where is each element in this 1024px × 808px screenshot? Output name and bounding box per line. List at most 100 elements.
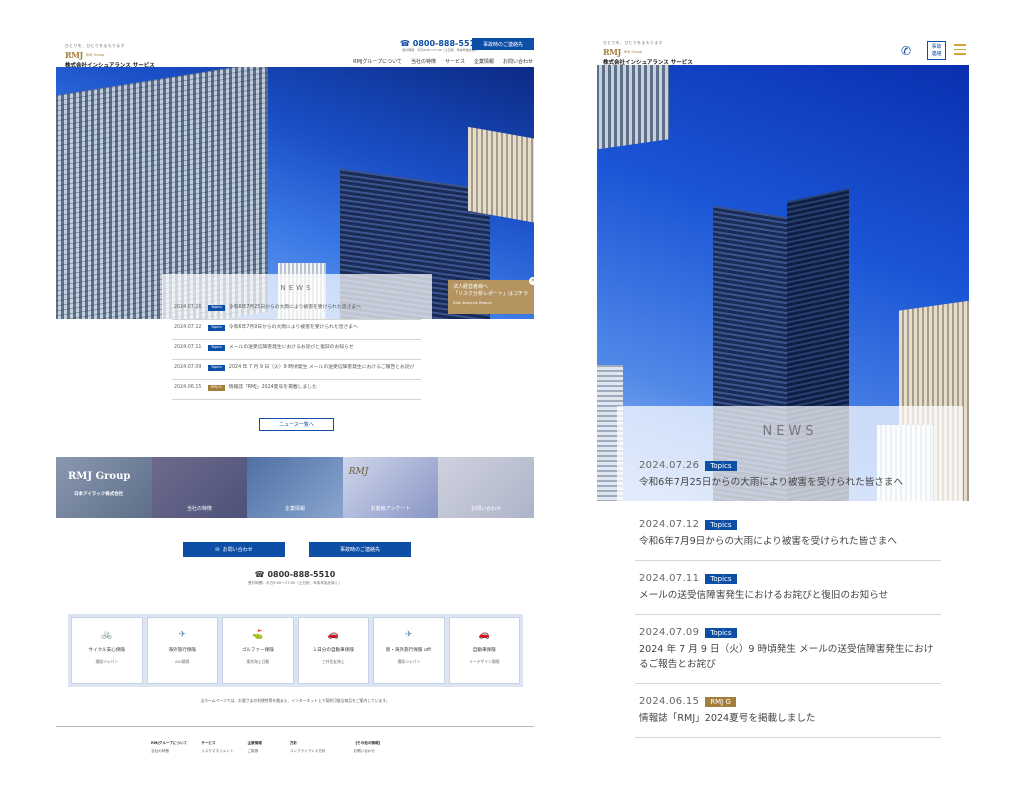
banner-line1: 法人経営者様へ bbox=[453, 284, 489, 290]
news-item[interactable]: 2024.06.15 RMJ G 情報誌「RMJ」2024夏号を掲載しました bbox=[635, 692, 941, 738]
phone-hours: 受付時間：平日9:00〜17:00（土日祝、年末年始を除く） bbox=[248, 581, 342, 585]
news-item[interactable]: 2024.07.12 Topics 令和6年7月9日からの大雨により被害を受けられた… bbox=[172, 320, 421, 340]
phone-icon: ☎ bbox=[254, 570, 265, 579]
news-item[interactable]: 2024.07.09 Topics 2024 年 7 月 9 日（火）9 時頃発生 … bbox=[635, 623, 941, 684]
desktop-page: ひとりを、ひとりをまもります RMJ RMJ Group 株式会社インシュアラン… bbox=[56, 36, 534, 762]
footer-link[interactable]: お問い合わせ bbox=[353, 747, 382, 755]
phone-hours: 受付時間：平日9:00〜17:00（土日祝、年末年始を除く） bbox=[402, 48, 481, 52]
news-list: 2024.07.26 Topics 令和6年7月25日からの大雨により被害を受けられ… bbox=[635, 456, 941, 746]
phone-number: 0800-888-5510 bbox=[267, 570, 336, 579]
header-phone[interactable]: ☎ 0800-888-5510 受付時間：平日9:00〜17:00（土日祝、年末… bbox=[400, 39, 481, 52]
insurance-card[interactable]: 🚗 自動車保険 イーデザイン損保 bbox=[448, 617, 520, 684]
insurance-card[interactable]: ✈ 新・海外旅行保険 off! 損保ジャパン bbox=[373, 617, 445, 684]
footer-link[interactable]: リスクマネジメント bbox=[201, 747, 233, 755]
news-date: 2024.07.11 bbox=[639, 573, 700, 584]
insurance-card[interactable]: 🚗 １日分の自動車保険 三井住友海上 bbox=[297, 617, 369, 684]
nav-features[interactable]: 当社の特徴 bbox=[411, 58, 436, 65]
phone-icon[interactable]: ✆ bbox=[901, 44, 911, 58]
news-more-button[interactable]: ニュース一覧へ bbox=[259, 418, 334, 431]
footer-link[interactable]: RMJグループについて bbox=[151, 739, 187, 747]
news-date: 2024.07.11 bbox=[174, 345, 202, 350]
news-item[interactable]: 2024.07.11 Topics メールの送受信障害発生におけるお詫びと復旧のお知… bbox=[172, 340, 421, 360]
news-item[interactable]: 2024.07.12 Topics 令和6年7月9日からの大雨により被害を受けられた… bbox=[635, 515, 941, 561]
news-list: 2024.07.26 Topics 令和6年7月25日からの大雨により被害を受けられ… bbox=[172, 300, 421, 400]
news-badge: RMJ G bbox=[208, 385, 225, 391]
accident-contact-button[interactable]: 事故時のご連絡先 bbox=[472, 38, 534, 50]
footer-link[interactable]: ご挨拶 bbox=[247, 747, 261, 755]
tile-features[interactable]: 当社の特徴 bbox=[151, 457, 248, 518]
phone-number: 0800-888-5510 bbox=[412, 39, 481, 48]
tile-label: 企業情報 bbox=[284, 506, 305, 512]
footer-link[interactable]: サービス bbox=[201, 739, 233, 747]
nav-about[interactable]: RMJグループについて bbox=[353, 58, 402, 65]
news-date: 2024.07.09 bbox=[174, 365, 202, 370]
news-item[interactable]: 2024.07.26 Topics 令和6年7月25日からの大雨により被害を受けられ… bbox=[172, 300, 421, 320]
contact-button[interactable]: ✉ お問い合わせ bbox=[183, 542, 285, 557]
news-item[interactable]: 2024.06.15 RMJ G 情報誌「RMJ」2024夏号を掲載しました bbox=[172, 380, 421, 400]
accident-contact-button[interactable]: 事故 連絡 bbox=[927, 41, 946, 60]
logo-mark: RMJ bbox=[65, 50, 83, 60]
insurance-company: イーデザイン損保 bbox=[469, 659, 500, 664]
insurance-name: ゴルファー保険 bbox=[241, 648, 274, 653]
news-badge: Topics bbox=[208, 325, 225, 331]
news-item[interactable]: 2024.07.11 Topics メールの送受信障害発生におけるお詫びと復旧のお知… bbox=[635, 569, 941, 615]
tile-group-logo: RMJ Group bbox=[68, 471, 131, 482]
insurance-company: 損保ジャパン bbox=[397, 659, 421, 664]
insurance-card[interactable]: 🚲 サイクル安心保険 損保ジャパン bbox=[71, 617, 143, 684]
news-text: メールの送受信障害発生におけるお詫びと復旧のお知らせ bbox=[228, 345, 354, 350]
news-date: 2024.07.26 bbox=[174, 305, 202, 310]
nav-services[interactable]: サービス bbox=[445, 58, 465, 65]
footer-link[interactable]: 企業情報 bbox=[247, 739, 261, 747]
mobile-page: ひとりを、ひとりをまもります RMJ RMJ Group 株式会社インシュアラン… bbox=[597, 38, 969, 740]
accident-contact-button-2[interactable]: 事故時のご連絡先 bbox=[309, 542, 411, 557]
tile-label: お客様アンケート bbox=[370, 506, 411, 512]
insurance-name: 海外旅行保険 bbox=[168, 648, 197, 653]
news-badge: Topics bbox=[705, 519, 737, 530]
footer-links: RMJグループについて 当社の特徴 サービス リスクマネジメント 企業情報 ご挨拶 方… bbox=[151, 739, 382, 755]
news-date: 2024.06.15 bbox=[174, 385, 202, 390]
footer-phone: ☎ 0800-888-5510 受付時間：平日9:00〜17:00（土日祝、年末… bbox=[56, 570, 534, 586]
close-icon[interactable]: × bbox=[529, 277, 534, 285]
tile-company[interactable]: 企業情報 bbox=[247, 457, 343, 518]
tile-contact[interactable]: お問い合わせ bbox=[438, 457, 534, 518]
news-badge: Topics bbox=[705, 460, 737, 471]
risk-report-banner[interactable]: 法人経営者様へ 「リスク分析レポート」はコチラ Risk Analysis Re… bbox=[448, 277, 534, 314]
site-logo[interactable]: ひとりを、ひとりをまもります RMJ RMJ Group 株式会社インシュアラン… bbox=[65, 43, 155, 69]
news-text: 2024 年 7 月 9 日（火）9 時頃発生 メールの送受信障害発生におけるご… bbox=[639, 644, 934, 670]
phone-icon: ☎ bbox=[400, 39, 410, 48]
tile-label: お問い合わせ bbox=[471, 506, 502, 512]
disclaimer: 当ホームページでは、お客さまの利便性等を踏まえ、インターネット上で契約可能な商品… bbox=[200, 698, 390, 703]
footer-link[interactable]: コンプライアンス方針 bbox=[290, 747, 326, 755]
news-item[interactable]: 2024.07.09 Topics 2024 年 7 月 9 日（火）9 時頃発生 … bbox=[172, 360, 421, 380]
insurance-card[interactable]: ✈ 海外旅行保険 AIG損保 bbox=[146, 617, 218, 684]
news-title: NEWS bbox=[762, 424, 818, 439]
banner-line2: 「リスク分析レポート」はコチラ bbox=[453, 291, 529, 297]
insurance-company: 東京海上日動 bbox=[246, 659, 270, 664]
news-date: 2024.07.12 bbox=[174, 325, 202, 330]
insurance-card[interactable]: ⛳ ゴルファー保険 東京海上日動 bbox=[222, 617, 294, 684]
footer-link[interactable]: 【その他の情報】 bbox=[353, 739, 382, 747]
footer-divider bbox=[56, 726, 534, 727]
footer-link[interactable]: 方針 bbox=[290, 739, 326, 747]
tile-survey[interactable]: RMJ お客様アンケート bbox=[342, 457, 439, 518]
tile-group[interactable]: RMJ Group 日本アイラック株式会社 bbox=[56, 457, 152, 518]
news-badge: Topics bbox=[705, 573, 737, 584]
airplane-icon: ✈ bbox=[178, 630, 187, 640]
news-text: 情報誌「RMJ」2024夏号を掲載しました bbox=[228, 385, 317, 390]
news-date: 2024.07.12 bbox=[639, 519, 700, 530]
news-title: NEWS bbox=[280, 284, 314, 292]
footer-link[interactable]: 当社の特徴 bbox=[151, 747, 187, 755]
insurance-company: 三井住友海上 bbox=[321, 659, 345, 664]
news-date: 2024.06.15 bbox=[639, 696, 700, 707]
menu-icon[interactable] bbox=[954, 44, 966, 58]
news-text: メールの送受信障害発生におけるお詫びと復旧のお知らせ bbox=[639, 590, 889, 601]
logo-group: RMJ Group bbox=[623, 50, 643, 54]
nav-contact[interactable]: お問い合わせ bbox=[503, 58, 533, 65]
site-logo[interactable]: ひとりを、ひとりをまもります RMJ RMJ Group 株式会社インシュアラン… bbox=[603, 40, 693, 66]
insurance-cards: 🚲 サイクル安心保険 損保ジャパン ✈ 海外旅行保険 AIG損保 ⛳ ゴルファー保険 東京海… bbox=[68, 614, 523, 687]
news-date: 2024.07.26 bbox=[639, 460, 700, 471]
news-item[interactable]: 2024.07.26 Topics 令和6年7月25日からの大雨により被害を受けられ… bbox=[635, 456, 941, 501]
news-badge: Topics bbox=[208, 345, 225, 351]
banner-line3: Risk Analysis Report bbox=[453, 300, 492, 305]
nav-company[interactable]: 企業情報 bbox=[474, 58, 494, 65]
